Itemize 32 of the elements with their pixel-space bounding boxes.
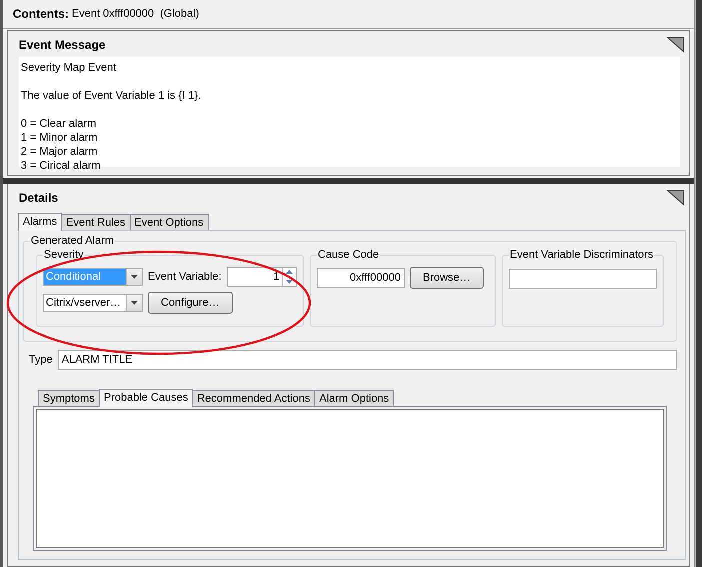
browse-button[interactable]: Browse…	[410, 267, 484, 289]
panel-title: Event Message	[19, 38, 106, 52]
message-line: 0 = Clear alarm	[21, 117, 98, 131]
message-line: 1 = Minor alarm	[21, 131, 99, 145]
map-dropdown[interactable]: Citrix/vserver…	[43, 294, 143, 312]
tab[interactable]: Event Options	[130, 214, 209, 230]
tab[interactable]: Alarm Options	[314, 390, 394, 406]
field-label: Event Variable:	[148, 271, 222, 283]
cause-code-field[interactable]: 0xfff00000	[317, 268, 405, 288]
discriminators-field[interactable]	[509, 269, 657, 289]
contents-value: Event 0xfff00000 (Global)	[72, 8, 200, 20]
type-field[interactable]: ALARM TITLE	[58, 350, 677, 370]
field-label: Type	[29, 354, 53, 366]
tab[interactable]: Probable Causes	[98, 389, 194, 407]
tab[interactable]: Event Rules	[61, 214, 131, 230]
message-line: 2 = Major alarm	[21, 145, 99, 159]
group-label: Generated Alarm	[30, 235, 116, 247]
message-line: The value of Event Variable 1 is {I 1}.	[21, 89, 202, 103]
group-label: Event Variable Discriminators	[509, 249, 654, 261]
message-line: Severity Map Event	[21, 61, 118, 75]
tab[interactable]: Alarms	[18, 213, 62, 231]
collapse-icon[interactable]	[667, 190, 685, 206]
tab[interactable]: Recommended Actions	[192, 390, 316, 406]
contents-label: Contents:	[13, 7, 69, 21]
spin-box[interactable]: 1	[226, 267, 297, 287]
tab[interactable]: Symptoms	[38, 390, 100, 406]
message-line: 3 = Cirical alarm	[21, 159, 102, 173]
collapse-icon[interactable]	[667, 37, 685, 53]
panel-title: Details	[19, 191, 58, 205]
group-label: Cause Code	[317, 249, 380, 261]
group-label: Severity	[43, 249, 85, 261]
configure-button[interactable]: Configure…	[148, 292, 233, 314]
